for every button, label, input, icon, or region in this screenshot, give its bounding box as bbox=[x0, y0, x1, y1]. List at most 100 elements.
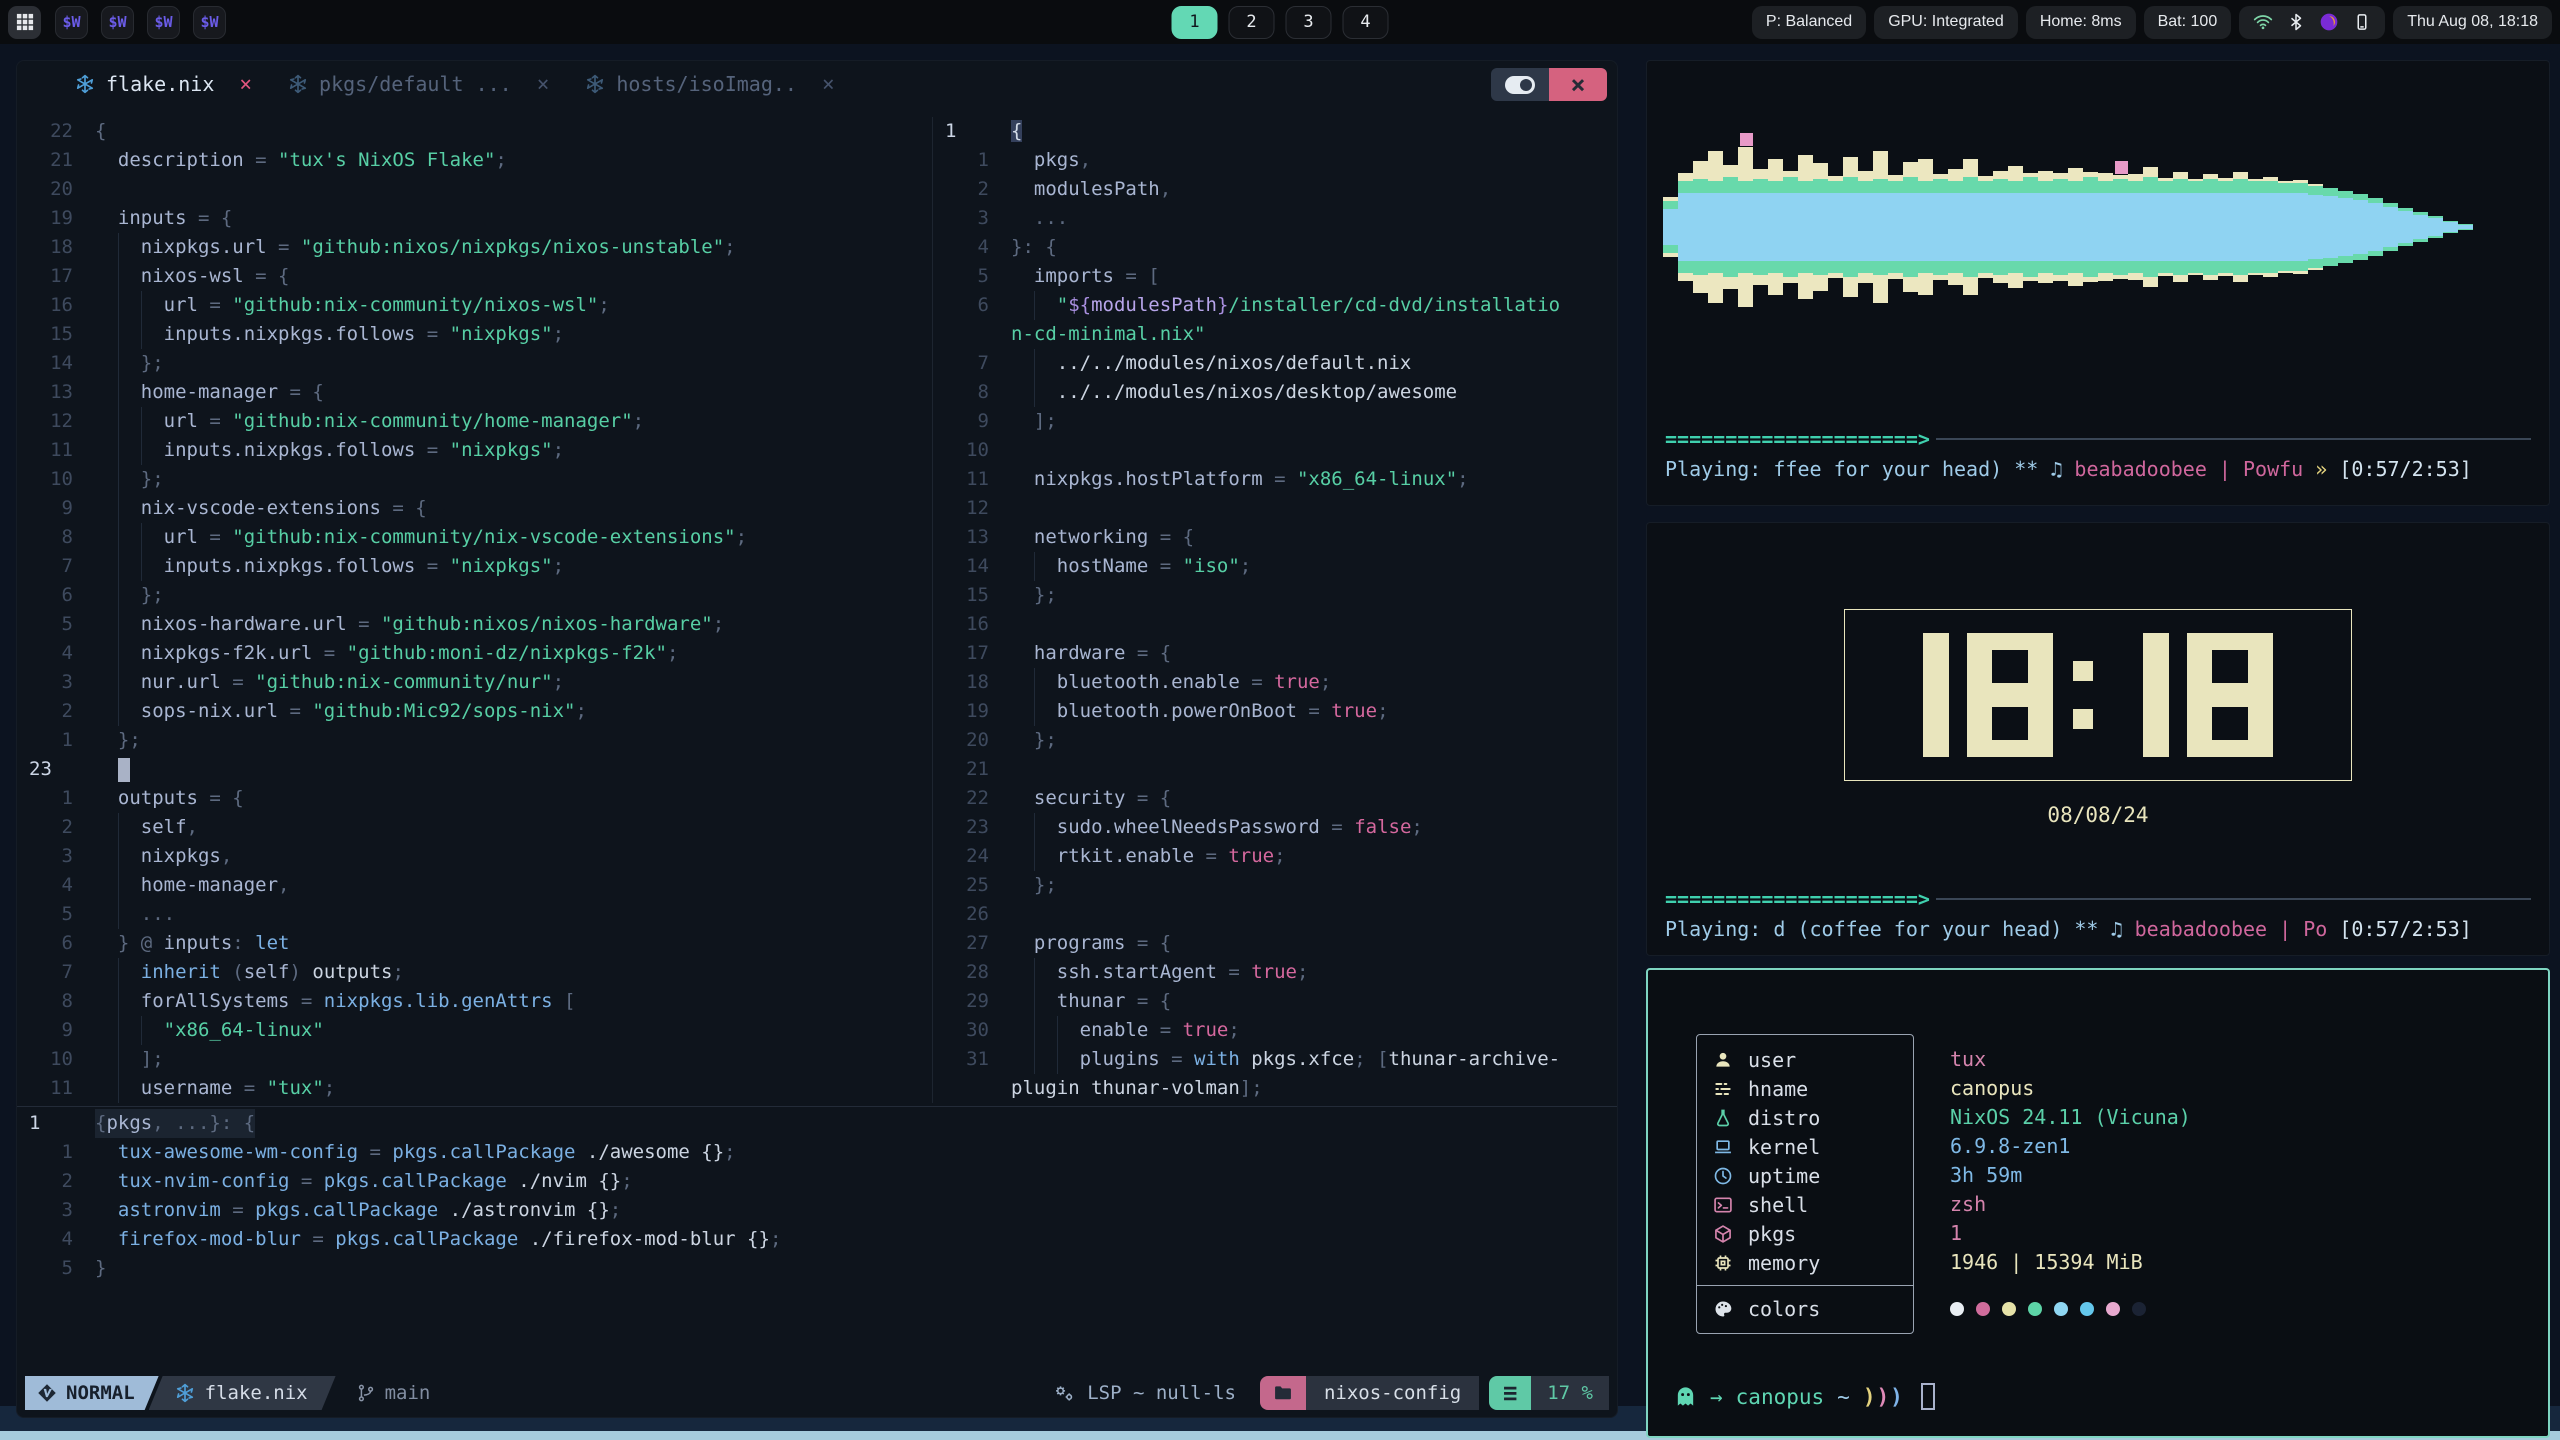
indent-guide bbox=[95, 1167, 118, 1196]
code-token: , ...}: { bbox=[152, 1112, 255, 1134]
fetch-label: colors bbox=[1748, 1297, 1820, 1321]
tag-3[interactable]: 3 bbox=[1286, 6, 1332, 39]
tab-close-icon[interactable]: × bbox=[239, 72, 252, 96]
code-line: 3... bbox=[933, 204, 1617, 233]
system-tray[interactable] bbox=[2239, 6, 2385, 39]
viz-segment bbox=[1753, 179, 1768, 193]
clock-pill[interactable]: Thu Aug 08, 18:18 bbox=[2393, 6, 2552, 39]
code-token: sudo.wheelNeedsPassword bbox=[1057, 816, 1320, 838]
branch-label: main bbox=[385, 1382, 431, 1404]
gutter-gap bbox=[73, 436, 95, 465]
pane-pkgs-default[interactable]: 1{pkgs, ...}: {1tux-awesome-wm-config = … bbox=[17, 1109, 1617, 1283]
gutter-gap bbox=[989, 523, 1011, 552]
code-token: "github:nix-community/nixos-wsl" bbox=[232, 294, 598, 316]
tag-1[interactable]: 1 bbox=[1172, 6, 1218, 39]
line-number: 22 bbox=[933, 784, 989, 813]
line-number: 26 bbox=[933, 900, 989, 929]
line-number: 21 bbox=[17, 146, 73, 175]
gutter-gap bbox=[989, 871, 1011, 900]
line-number: 6 bbox=[17, 929, 73, 958]
viz-segment bbox=[2428, 236, 2443, 238]
viz-segment bbox=[2098, 273, 2113, 281]
color-dot bbox=[1950, 1302, 1964, 1316]
viz-segment bbox=[2173, 193, 2188, 261]
gutter-gap bbox=[989, 204, 1011, 233]
tag-2[interactable]: 2 bbox=[1229, 6, 1275, 39]
code-token: "tux's NixOS Flake" bbox=[278, 149, 495, 171]
code-token: true bbox=[1274, 671, 1320, 693]
viz-segment bbox=[2038, 181, 2053, 193]
viz-bar bbox=[1978, 77, 1993, 377]
indent-guide bbox=[1011, 175, 1034, 204]
line-number: 28 bbox=[933, 958, 989, 987]
viz-segment bbox=[2068, 168, 2083, 181]
code-text: tux-nvim-config = pkgs.callPackage ./nvi… bbox=[95, 1167, 633, 1196]
digit-hole bbox=[2212, 650, 2248, 683]
line-number: 5 bbox=[17, 610, 73, 639]
code-token: modulesPath bbox=[1034, 178, 1160, 200]
viz-segment bbox=[2098, 181, 2113, 193]
horizontal-split-separator[interactable] bbox=[17, 1106, 1617, 1107]
code-token: { bbox=[95, 1112, 106, 1134]
color-dot bbox=[2106, 1302, 2120, 1316]
code-token: = { bbox=[244, 265, 290, 287]
gutter-gap bbox=[989, 1074, 1011, 1103]
code-text: username = "tux"; bbox=[95, 1074, 335, 1103]
code-text: }; bbox=[95, 581, 164, 610]
code-token: }; bbox=[141, 468, 164, 490]
shell-prompt[interactable]: → canopus ~ ))) bbox=[1674, 1383, 1935, 1410]
code-token: tux-nvim-config bbox=[118, 1170, 290, 1192]
viz-segment bbox=[1873, 275, 1888, 303]
viz-segment bbox=[2128, 174, 2143, 181]
code-text: self, bbox=[95, 813, 198, 842]
code-token: = bbox=[289, 990, 323, 1012]
line-number: 2 bbox=[17, 1167, 73, 1196]
pane-flake-nix[interactable]: 22{21description = "tux's NixOS Flake";2… bbox=[17, 117, 932, 1103]
fetch-label-row: pkgs bbox=[1697, 1219, 1913, 1248]
wifi-icon bbox=[2253, 12, 2273, 32]
indent-guide bbox=[118, 494, 141, 523]
gutter-gap bbox=[73, 1225, 95, 1254]
code-line: 9nix-vscode-extensions = { bbox=[17, 494, 932, 523]
viz-segment bbox=[2158, 261, 2173, 273]
gutter-gap bbox=[73, 552, 95, 581]
toggle-button[interactable] bbox=[1491, 68, 1549, 101]
tab-2[interactable]: pkgs/default ...× bbox=[270, 61, 567, 107]
indent-guide bbox=[118, 871, 141, 900]
tab-close-icon[interactable]: × bbox=[537, 72, 550, 96]
workspace-button-3[interactable]: $W bbox=[147, 6, 180, 39]
indent-guide bbox=[95, 726, 118, 755]
window-close-button[interactable]: × bbox=[1549, 68, 1607, 101]
tab-3[interactable]: hosts/isoImag..× bbox=[567, 61, 852, 107]
code-token: ... bbox=[141, 903, 175, 925]
code-token: "nixpkgs" bbox=[450, 555, 553, 577]
viz-segment bbox=[2008, 273, 2023, 288]
code-token: = bbox=[415, 555, 449, 577]
workspace-button-1[interactable]: $W bbox=[55, 6, 88, 39]
tab-1[interactable]: flake.nix× bbox=[57, 61, 270, 107]
tab-close-icon[interactable]: × bbox=[822, 72, 835, 96]
viz-segment bbox=[1858, 193, 1873, 261]
gutter-gap bbox=[989, 117, 1011, 146]
code-token: ; bbox=[1411, 816, 1422, 838]
player-text: » bbox=[2315, 457, 2339, 481]
gutter-gap bbox=[73, 900, 95, 929]
code-token: pkgs bbox=[106, 1112, 152, 1134]
code-line: 27programs = { bbox=[933, 929, 1617, 958]
git-branch[interactable]: main bbox=[356, 1382, 431, 1404]
tag-4[interactable]: 4 bbox=[1343, 6, 1389, 39]
viz-segment bbox=[1993, 171, 2008, 179]
code-token: with bbox=[1194, 1048, 1240, 1070]
pane-iso-image[interactable]: 1{1pkgs,2modulesPath,3...4}: {5imports =… bbox=[933, 117, 1617, 1103]
player-text: [0:57/2:53] bbox=[2339, 917, 2471, 941]
workspace-button-4[interactable]: $W bbox=[193, 6, 226, 39]
line-number: 1 bbox=[17, 1109, 73, 1138]
gutter-gap bbox=[73, 929, 95, 958]
pkgs-icon bbox=[1713, 1224, 1733, 1244]
code-line: 1 {pkgs, ...}: { bbox=[17, 1109, 1617, 1138]
code-token: "nixpkgs" bbox=[450, 439, 553, 461]
code-token: ; [ bbox=[1354, 1048, 1388, 1070]
code-token: ./firefox-mod-blur {} bbox=[518, 1228, 770, 1250]
workspace-button-2[interactable]: $W bbox=[101, 6, 134, 39]
launcher-button[interactable] bbox=[8, 6, 41, 39]
